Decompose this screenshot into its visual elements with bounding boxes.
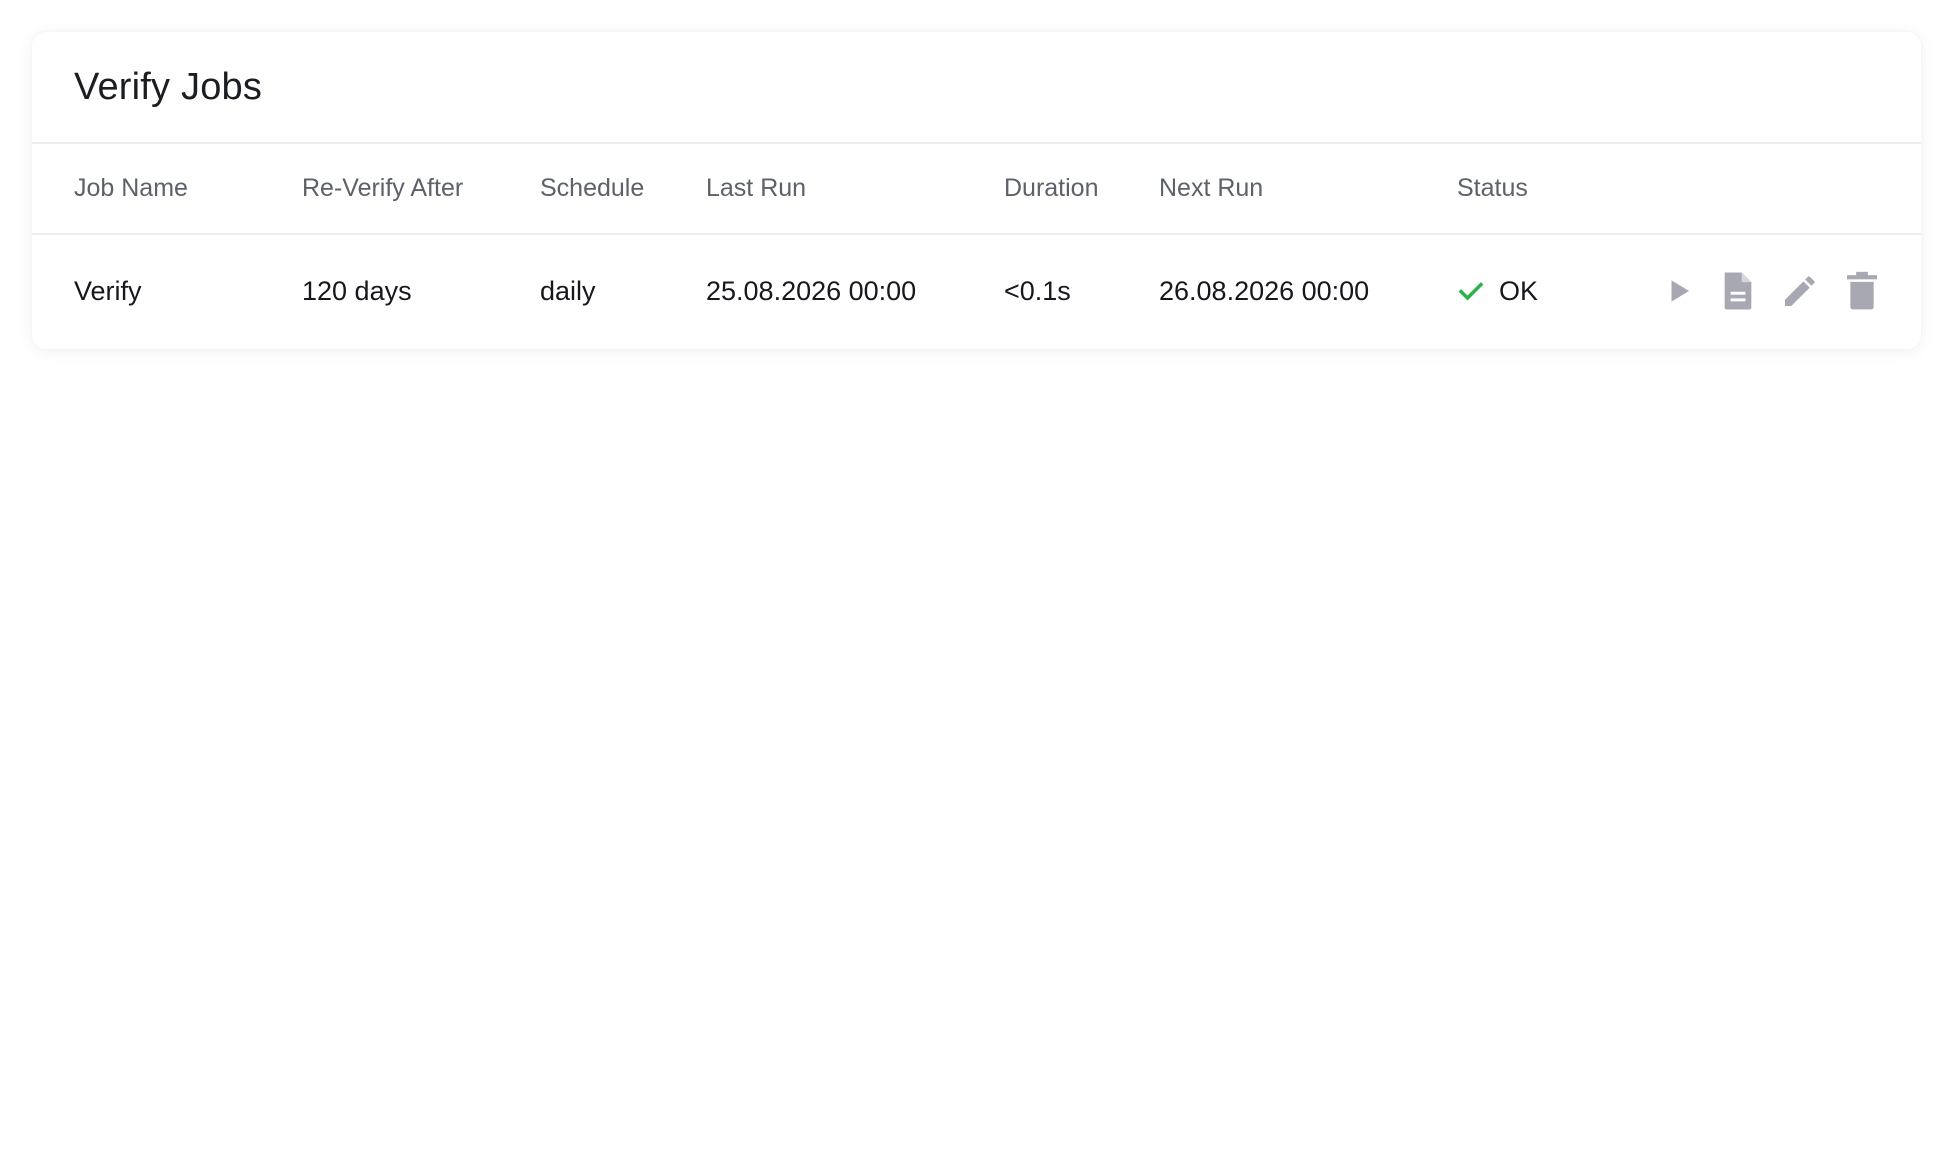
column-header-schedule[interactable]: Schedule <box>540 144 706 234</box>
panel-header: Verify Jobs <box>32 32 1921 144</box>
cell-next-run: 26.08.2026 00:00 <box>1159 275 1370 306</box>
table-header-row: Job Name Re-Verify After Schedule Last R… <box>32 144 1921 234</box>
column-header-actions <box>1637 144 1921 234</box>
cell-job-name: Verify <box>74 275 142 306</box>
column-header-duration[interactable]: Duration <box>1004 144 1159 234</box>
cell-duration: <0.1s <box>1004 275 1071 306</box>
cell-reverify-after: 120 days <box>302 275 412 306</box>
column-header-next-run[interactable]: Next Run <box>1159 144 1457 234</box>
cell-last-run: 25.08.2026 00:00 <box>706 275 917 306</box>
verify-jobs-panel: Verify Jobs Job Name Re-Verify After Sch… <box>32 32 1921 349</box>
delete-job-button[interactable] <box>1844 269 1879 313</box>
view-log-button[interactable] <box>1720 269 1756 313</box>
cell-status: OK <box>1457 234 1637 347</box>
table-head: Job Name Re-Verify After Schedule Last R… <box>32 144 1921 234</box>
status-indicator: OK <box>1457 276 1637 307</box>
status-text: OK <box>1499 275 1539 306</box>
pencil-icon <box>1780 271 1820 311</box>
row-actions <box>1637 269 1921 313</box>
jobs-table: Job Name Re-Verify After Schedule Last R… <box>32 144 1921 347</box>
edit-job-button[interactable] <box>1780 269 1820 313</box>
run-job-button[interactable] <box>1661 269 1696 313</box>
cell-actions <box>1637 234 1921 347</box>
table-body: Verify 120 days daily 25.08.2026 00:00 <… <box>32 234 1921 347</box>
document-icon <box>1720 271 1756 311</box>
check-icon <box>1457 277 1485 305</box>
column-header-last-run[interactable]: Last Run <box>706 144 1004 234</box>
table-row[interactable]: Verify 120 days daily 25.08.2026 00:00 <… <box>32 234 1921 347</box>
panel-title: Verify Jobs <box>74 65 263 108</box>
column-header-job-name[interactable]: Job Name <box>32 144 302 234</box>
play-icon <box>1664 276 1694 306</box>
column-header-status[interactable]: Status <box>1457 144 1637 234</box>
trash-icon <box>1845 271 1879 311</box>
cell-schedule: daily <box>540 275 596 306</box>
column-header-reverify-after[interactable]: Re-Verify After <box>302 144 540 234</box>
